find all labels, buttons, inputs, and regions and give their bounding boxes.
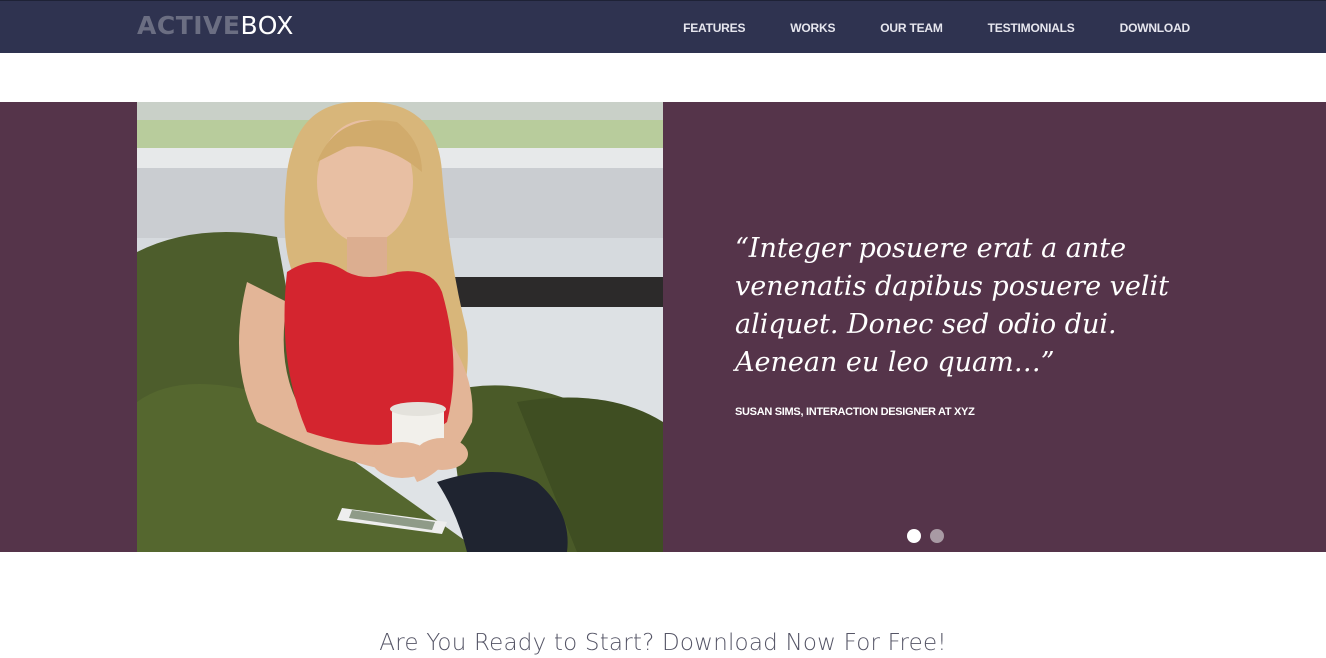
nav-item-download[interactable]: DOWNLOAD bbox=[1120, 21, 1191, 35]
testimonial-author: SUSAN SIMS, INTERACTION DESIGNER AT XYZ bbox=[735, 406, 975, 418]
logo-box-text: BOX bbox=[240, 11, 294, 40]
logo[interactable]: ACTIVEBOX bbox=[137, 11, 294, 41]
slide-dot-1[interactable] bbox=[907, 529, 921, 543]
testimonial-quote: “Integer posuere erat a ante venenatis d… bbox=[735, 233, 1170, 378]
nav-item-our-team[interactable]: OUR TEAM bbox=[880, 21, 943, 35]
main-nav: FEATURES WORKS OUR TEAM TESTIMONIALS DOW… bbox=[683, 1, 1190, 54]
nav-item-works[interactable]: WORKS bbox=[790, 21, 835, 35]
nav-item-features[interactable]: FEATURES bbox=[683, 21, 745, 35]
testimonial-section: “Integer posuere erat a ante venenatis d… bbox=[0, 102, 1326, 552]
woman-in-armchair-illustration bbox=[137, 102, 663, 552]
navbar: ACTIVEBOX FEATURES WORKS OUR TEAM TESTIM… bbox=[0, 0, 1326, 53]
nav-item-testimonials[interactable]: TESTIMONIALS bbox=[988, 21, 1075, 35]
logo-active-text: ACTIVE bbox=[137, 11, 241, 40]
cta-heading: Are You Ready to Start? Download Now For… bbox=[379, 630, 947, 656]
testimonial-photo bbox=[137, 102, 663, 552]
slide-dot-2[interactable] bbox=[930, 529, 944, 543]
carousel-pagination bbox=[907, 529, 944, 543]
